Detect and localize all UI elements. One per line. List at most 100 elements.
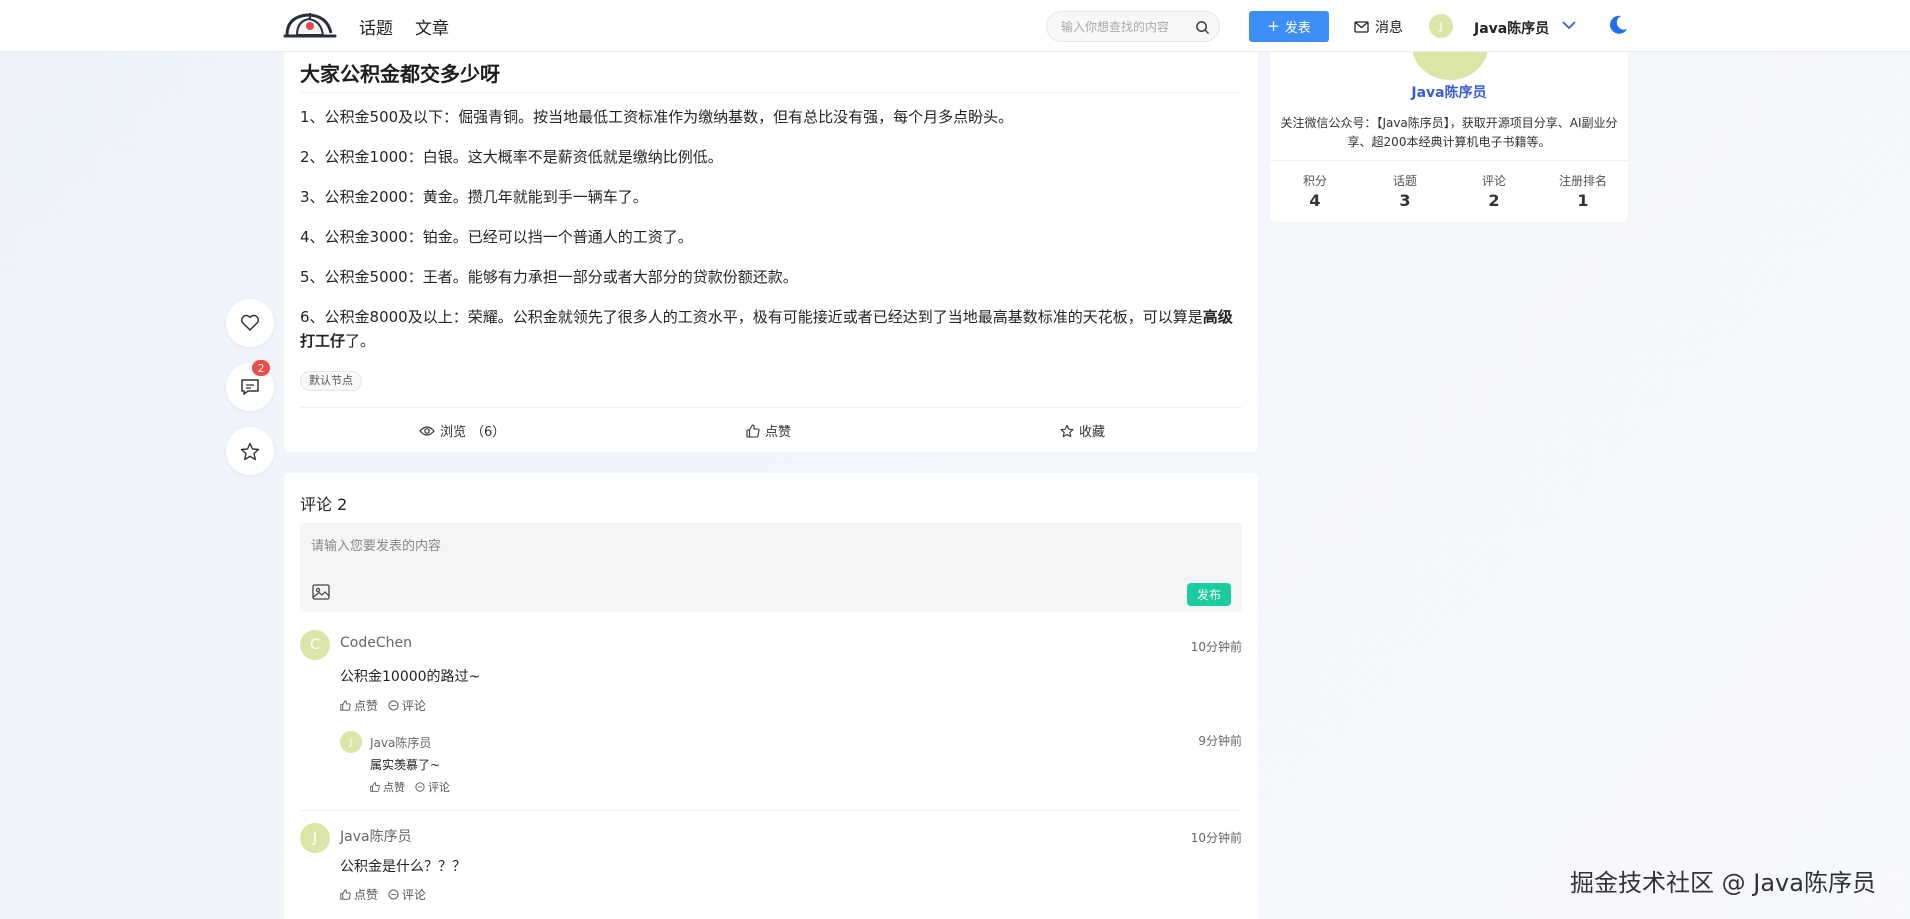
comment-time: 10分钟前: [1190, 831, 1242, 845]
reply-label: 评论: [402, 699, 427, 713]
stat-value: 3: [1399, 191, 1411, 210]
comment-count-badge: 2: [252, 360, 270, 376]
stat-value: 2: [1488, 191, 1500, 210]
publish-label: 发表: [1284, 21, 1311, 36]
profile-name[interactable]: Java陈序员: [1270, 82, 1628, 102]
search-input[interactable]: [1061, 19, 1191, 35]
comment-input-box: 发布: [300, 523, 1242, 612]
stat-label: 注册排名: [1558, 174, 1607, 188]
divider: [300, 407, 1242, 408]
comment-author[interactable]: Java陈序员: [340, 826, 412, 846]
search-box: [1046, 11, 1220, 42]
chevron-down-icon[interactable]: [1562, 20, 1576, 30]
messages-label: 消息: [1375, 20, 1403, 36]
user-avatar[interactable]: J: [1429, 14, 1453, 38]
divider: [1270, 160, 1628, 161]
reply-label: 评论: [402, 888, 427, 902]
stat-value: 1: [1577, 191, 1589, 210]
profile-card: Java陈序员 关注微信公众号：【Java陈序员】，获取开源项目分享、AI副业分…: [1270, 52, 1628, 222]
node-tag[interactable]: 默认节点: [300, 371, 362, 391]
favorite-button[interactable]: 收藏: [1060, 421, 1105, 440]
comment-like-button[interactable]: 点赞: [340, 697, 378, 714]
article-title: 大家公积金都交多少呀: [300, 62, 500, 86]
top-header: 话题 文章 + 发表 消息 J Java陈序员: [0, 0, 1910, 52]
reply-like-button[interactable]: 点赞: [370, 779, 405, 795]
site-logo-icon[interactable]: [283, 9, 337, 43]
messages-link[interactable]: 消息: [1354, 17, 1403, 37]
dark-mode-moon-icon[interactable]: [1607, 14, 1629, 36]
thumbs-up-icon: [340, 700, 351, 711]
like-button[interactable]: 点赞: [746, 421, 791, 440]
comment-author[interactable]: CodeChen: [340, 635, 412, 651]
article-paragraph: 5、公积金5000：王者。能够有力承担一部分或者大部分的贷款份额还款。: [300, 268, 798, 286]
comment-time: 10分钟前: [1190, 640, 1242, 654]
stat-label: 话题: [1392, 174, 1417, 188]
comments-title: 评论 2: [300, 495, 348, 514]
reply-reply-button[interactable]: 评论: [415, 779, 450, 795]
avatar[interactable]: J: [340, 731, 362, 753]
heart-icon: [241, 314, 259, 331]
search-icon[interactable]: [1195, 20, 1210, 35]
comment-reply-button[interactable]: 评论: [388, 697, 426, 714]
like-label: 点赞: [354, 699, 379, 713]
like-label: 点赞: [765, 425, 792, 440]
stat-register-rank: 注册排名 1: [1538, 172, 1628, 210]
profile-avatar[interactable]: [1412, 52, 1488, 80]
stat-label: 评论: [1481, 174, 1506, 188]
comment-submit-button[interactable]: 发布: [1187, 583, 1231, 606]
watermark: 掘金技术社区 @ Java陈序员: [1570, 869, 1876, 897]
eye-icon: [419, 425, 435, 436]
stat-points: 积分 4: [1270, 172, 1360, 210]
stat-comments: 评论 2: [1449, 172, 1539, 210]
profile-card-inner: Java陈序员 关注微信公众号：【Java陈序员】，获取开源项目分享、AI副业分…: [1270, 52, 1628, 222]
publish-button[interactable]: + 发表: [1249, 11, 1329, 42]
nav-articles[interactable]: 文章: [415, 14, 449, 39]
thumbs-up-icon: [370, 782, 380, 792]
stat-value: 4: [1309, 191, 1321, 210]
comment-bubble-icon: [388, 889, 399, 900]
paragraph-text: 了。: [345, 332, 376, 350]
comments-card: 评论 2 发布 C CodeChen 10分钟前 公积金10000的路过~ 点赞…: [284, 473, 1258, 919]
like-label: 点赞: [383, 781, 405, 794]
plus-icon: +: [1267, 17, 1280, 35]
like-label: 点赞: [354, 888, 379, 902]
views-stat: 浏览 （6）: [419, 421, 505, 440]
comment-bubble-icon: [415, 782, 425, 792]
article-paragraph: 6、公积金8000及以上：荣耀。公积金就领先了很多人的工资水平，极有可能接近或者…: [300, 305, 1245, 353]
thumbs-up-icon: [746, 423, 760, 438]
comment-text: 公积金是什么？？？: [340, 859, 466, 875]
avatar[interactable]: J: [300, 823, 330, 853]
reply-time: 9分钟前: [1198, 734, 1242, 748]
stat-label: 积分: [1302, 174, 1327, 188]
favorite-label: 收藏: [1079, 425, 1106, 440]
comment-reply-button[interactable]: 评论: [388, 886, 426, 903]
mail-icon: [1354, 21, 1369, 33]
profile-description: 关注微信公众号：【Java陈序员】，获取开源项目分享、AI副业分享、超200本经…: [1280, 116, 1618, 149]
star-icon: [1060, 424, 1074, 437]
favorite-float-button[interactable]: [226, 427, 274, 475]
reply-author[interactable]: Java陈序员: [370, 734, 431, 751]
like-float-button[interactable]: [226, 299, 274, 347]
article-paragraph: 1、公积金500及以下：倔强青铜。按当地最低工资标准作为缴纳基数，但有总比没有强…: [300, 108, 1014, 126]
divider: [300, 92, 1242, 93]
divider: [300, 810, 1242, 811]
image-upload-icon[interactable]: [312, 584, 330, 600]
nav-topics[interactable]: 话题: [359, 14, 393, 39]
article-card: 大家公积金都交多少呀 1、公积金500及以下：倔强青铜。按当地最低工资标准作为缴…: [284, 52, 1258, 452]
avatar[interactable]: C: [300, 630, 330, 660]
reply-label: 评论: [428, 781, 450, 794]
username[interactable]: Java陈序员: [1474, 18, 1549, 38]
comment-bubble-icon: [388, 700, 399, 711]
views-label: 浏览: [440, 425, 467, 440]
article-paragraph: 4、公积金3000：铂金。已经可以挡一个普通人的工资了。: [300, 228, 693, 246]
comment-like-button[interactable]: 点赞: [340, 886, 378, 903]
comment-textarea[interactable]: [311, 535, 1211, 565]
article-paragraph: 2、公积金1000：白银。这大概率不是薪资低就是缴纳比例低。: [300, 148, 723, 166]
star-icon: [240, 442, 260, 460]
paragraph-text: 6、公积金8000及以上：荣耀。公积金就领先了很多人的工资水平，极有可能接近或者…: [300, 308, 1203, 326]
views-count: （6）: [471, 425, 506, 440]
comment-text: 公积金10000的路过~: [340, 669, 481, 685]
thumbs-up-icon: [340, 889, 351, 900]
comment-icon: [241, 379, 259, 395]
article-paragraph: 3、公积金2000：黄金。攒几年就能到手一辆车了。: [300, 188, 648, 206]
